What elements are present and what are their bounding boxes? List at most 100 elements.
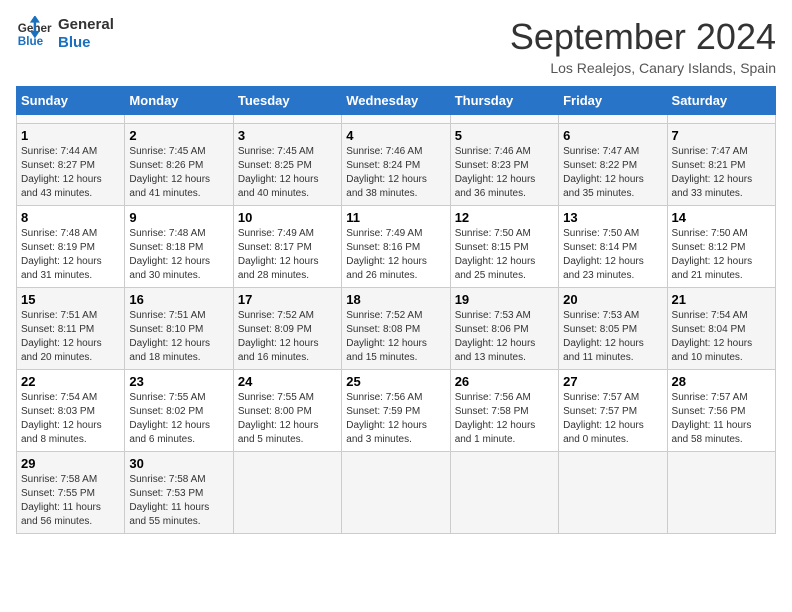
day-number: 17 (238, 292, 337, 307)
col-header-wednesday: Wednesday (342, 87, 450, 115)
calendar-week-row: 15Sunrise: 7:51 AM Sunset: 8:11 PM Dayli… (17, 288, 776, 370)
day-number: 20 (563, 292, 662, 307)
col-header-monday: Monday (125, 87, 233, 115)
day-info: Sunrise: 7:52 AM Sunset: 8:09 PM Dayligh… (238, 309, 337, 365)
day-number: 24 (238, 374, 337, 389)
logo-text: General Blue (58, 16, 114, 52)
location: Los Realejos, Canary Islands, Spain (510, 60, 776, 76)
header: General Blue General Blue September 2024… (16, 16, 776, 76)
calendar-cell: 7Sunrise: 7:47 AM Sunset: 8:21 PM Daylig… (667, 124, 775, 206)
calendar-week-row (17, 115, 776, 124)
day-number: 29 (21, 456, 120, 471)
calendar-cell: 19Sunrise: 7:53 AM Sunset: 8:06 PM Dayli… (450, 288, 558, 370)
logo-icon: General Blue (16, 16, 52, 52)
day-number: 3 (238, 128, 337, 143)
day-info: Sunrise: 7:57 AM Sunset: 7:56 PM Dayligh… (672, 391, 771, 447)
calendar-cell: 15Sunrise: 7:51 AM Sunset: 8:11 PM Dayli… (17, 288, 125, 370)
calendar-cell: 13 Sunrise: 7:50 AM Sunset: 8:14 PM Dayli… (559, 206, 667, 288)
calendar-cell: 5Sunrise: 7:46 AM Sunset: 8:23 PM Daylig… (450, 124, 558, 206)
day-number: 26 (455, 374, 554, 389)
day-number: 30 (129, 456, 228, 471)
day-number: 22 (21, 374, 120, 389)
day-info: Sunrise: 7:57 AM Sunset: 7:57 PM Dayligh… (563, 391, 662, 447)
calendar-cell (233, 452, 341, 534)
day-number: 1 (21, 128, 120, 143)
calendar-cell: 11Sunrise: 7:49 AM Sunset: 8:16 PM Dayli… (342, 206, 450, 288)
calendar-week-row: 8Sunrise: 7:48 AM Sunset: 8:19 PM Daylig… (17, 206, 776, 288)
calendar-cell: 1Sunrise: 7:44 AM Sunset: 8:27 PM Daylig… (17, 124, 125, 206)
day-info: Sunrise: 7:50 AM Sunset: 8:14 PM Dayligh… (563, 227, 662, 283)
day-info: Sunrise: 7:48 AM Sunset: 8:18 PM Dayligh… (129, 227, 228, 283)
day-info: Sunrise: 7:58 AM Sunset: 7:53 PM Dayligh… (129, 473, 228, 529)
day-number: 11 (346, 210, 445, 225)
col-header-thursday: Thursday (450, 87, 558, 115)
day-info: Sunrise: 7:58 AM Sunset: 7:55 PM Dayligh… (21, 473, 120, 529)
day-info: Sunrise: 7:55 AM Sunset: 8:02 PM Dayligh… (129, 391, 228, 447)
calendar-cell: 10Sunrise: 7:49 AM Sunset: 8:17 PM Dayli… (233, 206, 341, 288)
day-info: Sunrise: 7:51 AM Sunset: 8:10 PM Dayligh… (129, 309, 228, 365)
day-info: Sunrise: 7:54 AM Sunset: 8:04 PM Dayligh… (672, 309, 771, 365)
calendar-cell (667, 115, 775, 124)
day-info: Sunrise: 7:53 AM Sunset: 8:05 PM Dayligh… (563, 309, 662, 365)
calendar-cell (667, 452, 775, 534)
calendar-cell (125, 115, 233, 124)
calendar-cell: 23 Sunrise: 7:55 AM Sunset: 8:02 PM Dayli… (125, 370, 233, 452)
calendar-table: SundayMondayTuesdayWednesdayThursdayFrid… (16, 86, 776, 534)
svg-text:Blue: Blue (18, 35, 44, 48)
logo: General Blue General Blue (16, 16, 114, 52)
day-info: Sunrise: 7:45 AM Sunset: 8:26 PM Dayligh… (129, 145, 228, 201)
day-info: Sunrise: 7:46 AM Sunset: 8:24 PM Dayligh… (346, 145, 445, 201)
calendar-week-row: 29 Sunrise: 7:58 AM Sunset: 7:55 PM Dayli… (17, 452, 776, 534)
col-header-tuesday: Tuesday (233, 87, 341, 115)
day-info: Sunrise: 7:55 AM Sunset: 8:00 PM Dayligh… (238, 391, 337, 447)
day-number: 27 (563, 374, 662, 389)
day-number: 23 (129, 374, 228, 389)
calendar-cell: 2 Sunrise: 7:45 AM Sunset: 8:26 PM Daylig… (125, 124, 233, 206)
day-info: Sunrise: 7:56 AM Sunset: 7:59 PM Dayligh… (346, 391, 445, 447)
month-title: September 2024 (510, 16, 776, 58)
day-number: 8 (21, 210, 120, 225)
day-number: 9 (129, 210, 228, 225)
calendar-cell: 4 Sunrise: 7:46 AM Sunset: 8:24 PM Daylig… (342, 124, 450, 206)
calendar-cell (559, 115, 667, 124)
calendar-cell (233, 115, 341, 124)
day-info: Sunrise: 7:45 AM Sunset: 8:25 PM Dayligh… (238, 145, 337, 201)
calendar-header-row: SundayMondayTuesdayWednesdayThursdayFrid… (17, 87, 776, 115)
col-header-saturday: Saturday (667, 87, 775, 115)
day-info: Sunrise: 7:50 AM Sunset: 8:15 PM Dayligh… (455, 227, 554, 283)
calendar-week-row: 22 Sunrise: 7:54 AM Sunset: 8:03 PM Dayli… (17, 370, 776, 452)
day-number: 2 (129, 128, 228, 143)
day-number: 6 (563, 128, 662, 143)
calendar-cell: 6 Sunrise: 7:47 AM Sunset: 8:22 PM Daylig… (559, 124, 667, 206)
day-number: 7 (672, 128, 771, 143)
day-number: 25 (346, 374, 445, 389)
day-number: 28 (672, 374, 771, 389)
calendar-cell: 20 Sunrise: 7:53 AM Sunset: 8:05 PM Dayli… (559, 288, 667, 370)
calendar-cell: 16 Sunrise: 7:51 AM Sunset: 8:10 PM Dayli… (125, 288, 233, 370)
day-number: 13 (563, 210, 662, 225)
calendar-cell: 28 Sunrise: 7:57 AM Sunset: 7:56 PM Dayli… (667, 370, 775, 452)
col-header-sunday: Sunday (17, 87, 125, 115)
calendar-cell: 18Sunrise: 7:52 AM Sunset: 8:08 PM Dayli… (342, 288, 450, 370)
title-area: September 2024 Los Realejos, Canary Isla… (510, 16, 776, 76)
calendar-body: 1Sunrise: 7:44 AM Sunset: 8:27 PM Daylig… (17, 115, 776, 534)
calendar-week-row: 1Sunrise: 7:44 AM Sunset: 8:27 PM Daylig… (17, 124, 776, 206)
day-number: 4 (346, 128, 445, 143)
day-info: Sunrise: 7:51 AM Sunset: 8:11 PM Dayligh… (21, 309, 120, 365)
day-number: 18 (346, 292, 445, 307)
calendar-cell: 17 Sunrise: 7:52 AM Sunset: 8:09 PM Dayli… (233, 288, 341, 370)
day-info: Sunrise: 7:53 AM Sunset: 8:06 PM Dayligh… (455, 309, 554, 365)
day-info: Sunrise: 7:54 AM Sunset: 8:03 PM Dayligh… (21, 391, 120, 447)
calendar-cell: 12 Sunrise: 7:50 AM Sunset: 8:15 PM Dayli… (450, 206, 558, 288)
calendar-cell (342, 115, 450, 124)
day-number: 12 (455, 210, 554, 225)
day-number: 16 (129, 292, 228, 307)
day-info: Sunrise: 7:47 AM Sunset: 8:22 PM Dayligh… (563, 145, 662, 201)
calendar-cell: 22 Sunrise: 7:54 AM Sunset: 8:03 PM Dayli… (17, 370, 125, 452)
day-info: Sunrise: 7:50 AM Sunset: 8:12 PM Dayligh… (672, 227, 771, 283)
day-number: 14 (672, 210, 771, 225)
calendar-cell: 27 Sunrise: 7:57 AM Sunset: 7:57 PM Dayli… (559, 370, 667, 452)
calendar-cell: 26Sunrise: 7:56 AM Sunset: 7:58 PM Dayli… (450, 370, 558, 452)
calendar-cell (450, 452, 558, 534)
day-number: 21 (672, 292, 771, 307)
